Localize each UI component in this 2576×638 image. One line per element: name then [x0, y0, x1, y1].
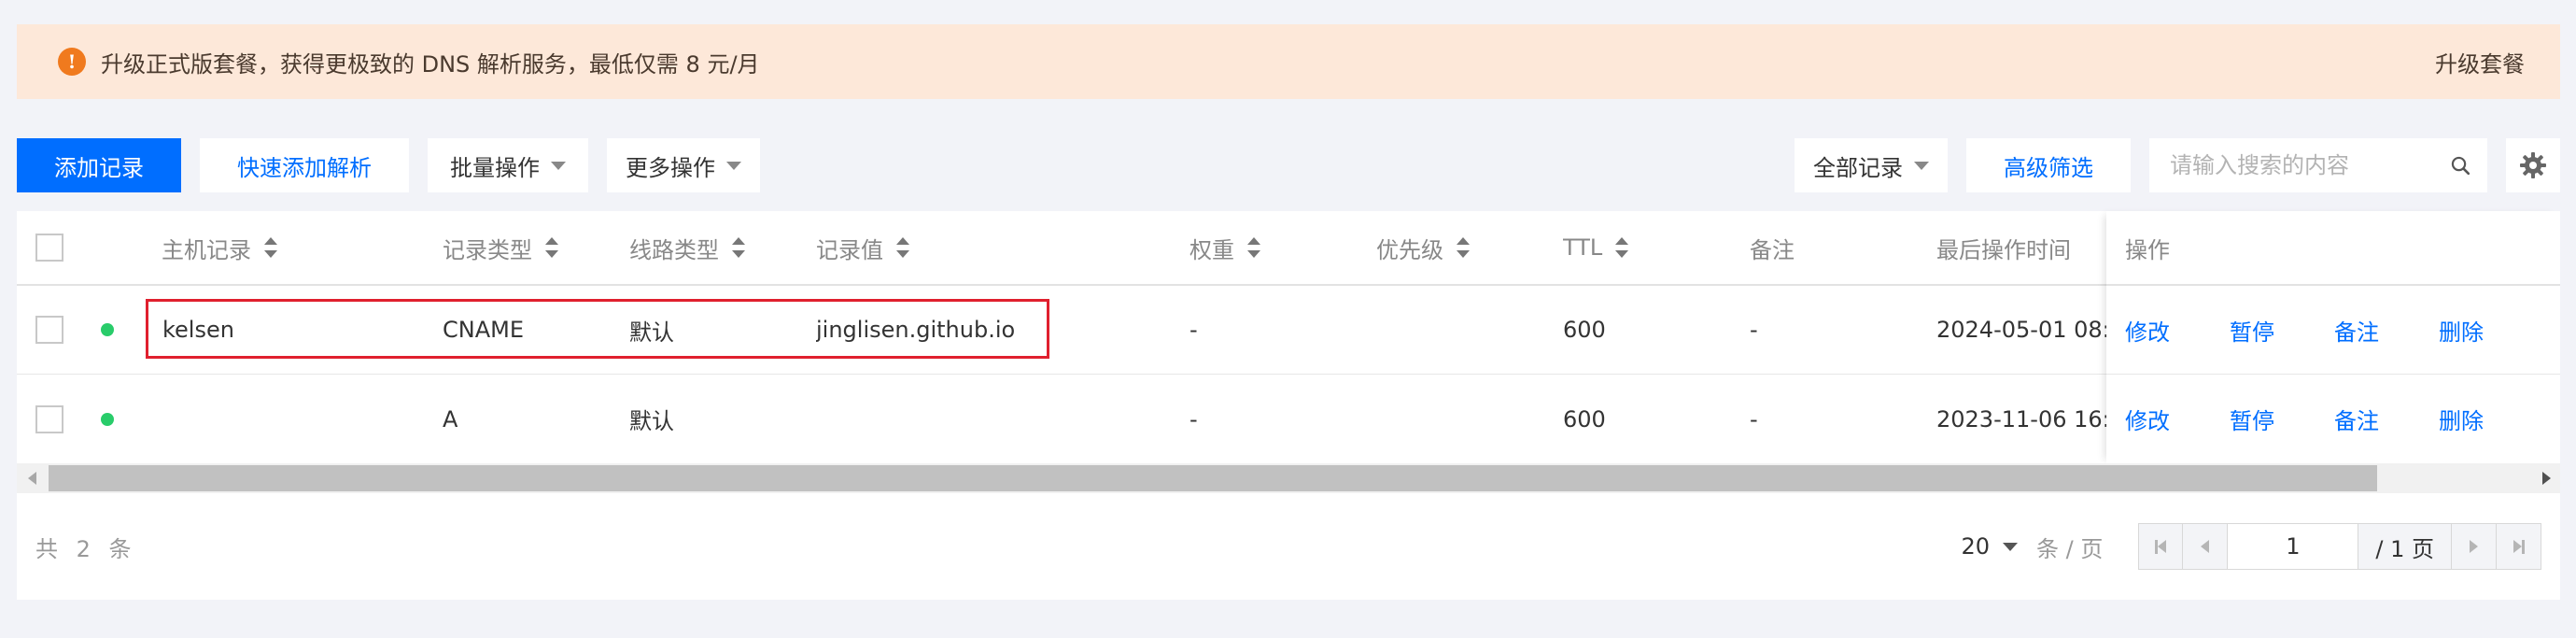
banner-message: ! 升级正式版套餐，获得更极致的 DNS 解析服务，最低仅需 8 元/月	[58, 46, 760, 78]
settings-button[interactable]	[2506, 138, 2560, 192]
pause-link[interactable]: 暂停	[2230, 403, 2274, 435]
cell-remark: -	[1750, 405, 1758, 432]
header-priority[interactable]: 优先级	[1376, 211, 1470, 284]
cell-value: jinglisen.github.io	[816, 317, 1016, 343]
status-enabled-dot	[101, 412, 114, 426]
quick-add-button[interactable]: 快速添加解析	[200, 138, 409, 192]
last-page-button[interactable]	[2497, 523, 2541, 570]
header-line[interactable]: 线路类型	[629, 211, 745, 284]
advanced-filter-button[interactable]: 高级筛选	[1966, 138, 2131, 192]
next-page-icon	[2470, 540, 2478, 553]
header-type[interactable]: 记录类型	[443, 211, 558, 284]
batch-ops-label: 批量操作	[450, 154, 540, 181]
page-size-value: 20	[1961, 533, 1991, 560]
info-icon: !	[58, 48, 86, 76]
search-icon[interactable]	[2450, 151, 2470, 179]
chevron-down-icon	[726, 161, 741, 170]
page-number-input[interactable]	[2228, 523, 2359, 570]
row-actions: 修改 暂停 备注 删除	[2106, 375, 2560, 463]
banner-text: 升级正式版套餐，获得更极致的 DNS 解析服务，最低仅需 8 元/月	[101, 50, 760, 78]
search-input[interactable]	[2170, 152, 2450, 178]
sort-icon[interactable]	[1457, 237, 1470, 258]
more-ops-label: 更多操作	[626, 154, 715, 181]
table-footer: 共 2 条 20 条 / 页 / 1 页	[17, 493, 2560, 600]
records-table-panel: 主机记录 记录类型 线路类型 记录值 权重 优先级 TTL 备注 最后操作时间 …	[17, 211, 2560, 600]
chevron-down-icon	[2003, 542, 2019, 551]
cell-last-op-time: 2023-11-06 16:	[1936, 405, 2106, 432]
more-ops-dropdown[interactable]: 更多操作	[607, 138, 760, 192]
sort-icon[interactable]	[545, 237, 558, 258]
edit-link[interactable]: 修改	[2125, 314, 2170, 347]
cell-host: kelsen	[162, 317, 234, 343]
gear-icon	[2520, 152, 2546, 178]
record-filter-label: 全部记录	[1813, 154, 1903, 181]
cell-type: A	[443, 405, 458, 432]
header-actions: 操作	[2106, 211, 2560, 286]
next-page-button[interactable]	[2452, 523, 2497, 570]
row-checkbox[interactable]	[35, 404, 63, 433]
chevron-down-icon	[1914, 161, 1929, 170]
sort-icon[interactable]	[1247, 237, 1260, 258]
header-ttl[interactable]: TTL	[1563, 211, 1629, 284]
record-filter-dropdown[interactable]: 全部记录	[1795, 138, 1948, 192]
sort-icon[interactable]	[1615, 237, 1629, 258]
sort-icon[interactable]	[264, 237, 277, 258]
scrollbar-thumb[interactable]	[49, 465, 2377, 491]
header-weight[interactable]: 权重	[1189, 211, 1260, 284]
total-count: 共 2 条	[35, 535, 137, 562]
cell-weight: -	[1189, 317, 1198, 343]
search-box	[2149, 138, 2487, 192]
pagination: 20 条 / 页 / 1 页	[1961, 523, 2541, 570]
page-size-select[interactable]: 20	[1961, 533, 2019, 560]
first-page-button[interactable]	[2138, 523, 2184, 570]
cell-type: CNAME	[443, 317, 524, 343]
status-enabled-dot	[101, 323, 114, 336]
cell-weight: -	[1189, 405, 1198, 432]
sort-icon[interactable]	[732, 237, 745, 258]
chevron-down-icon	[551, 161, 566, 170]
edit-link[interactable]: 修改	[2125, 403, 2170, 435]
prev-page-icon	[2201, 540, 2210, 553]
row-actions: 修改 暂停 备注 删除	[2106, 286, 2560, 375]
cell-last-op-time: 2024-05-01 08:	[1936, 317, 2106, 343]
upgrade-plan-link[interactable]: 升级套餐	[2435, 46, 2525, 78]
delete-link[interactable]: 删除	[2439, 314, 2484, 347]
prev-page-button[interactable]	[2183, 523, 2229, 570]
cell-line: 默认	[629, 319, 674, 346]
last-page-icon	[2513, 540, 2522, 553]
upgrade-banner: ! 升级正式版套餐，获得更极致的 DNS 解析服务，最低仅需 8 元/月 升级套…	[17, 24, 2560, 99]
row-checkbox[interactable]	[35, 316, 63, 344]
cell-ttl: 600	[1563, 405, 1606, 432]
toolbar: 添加记录 快速添加解析 批量操作 更多操作 全部记录 高级筛选	[17, 138, 2560, 192]
batch-ops-dropdown[interactable]: 批量操作	[428, 138, 588, 192]
add-record-button[interactable]: 添加记录	[17, 138, 181, 192]
per-page-label: 条 / 页	[2036, 535, 2104, 562]
sort-icon[interactable]	[896, 237, 909, 258]
scroll-left-icon[interactable]	[28, 472, 36, 485]
remark-link[interactable]: 备注	[2334, 403, 2379, 435]
header-host[interactable]: 主机记录	[162, 211, 277, 284]
actions-column: 操作 修改 暂停 备注 删除 修改 暂停 备注 删除	[2106, 211, 2560, 463]
total-pages: / 1 页	[2358, 523, 2452, 570]
select-all-checkbox[interactable]	[35, 234, 63, 262]
horizontal-scrollbar[interactable]	[17, 463, 2560, 493]
cell-ttl: 600	[1563, 317, 1606, 343]
remark-link[interactable]: 备注	[2334, 314, 2379, 347]
header-remark: 备注	[1750, 236, 1795, 263]
header-value[interactable]: 记录值	[816, 211, 909, 284]
header-last-op-time: 最后操作时间	[1936, 236, 2071, 263]
cell-remark: -	[1750, 317, 1758, 343]
pause-link[interactable]: 暂停	[2230, 314, 2274, 347]
cell-line: 默认	[629, 408, 674, 434]
delete-link[interactable]: 删除	[2439, 403, 2484, 435]
scroll-right-icon[interactable]	[2542, 472, 2551, 485]
